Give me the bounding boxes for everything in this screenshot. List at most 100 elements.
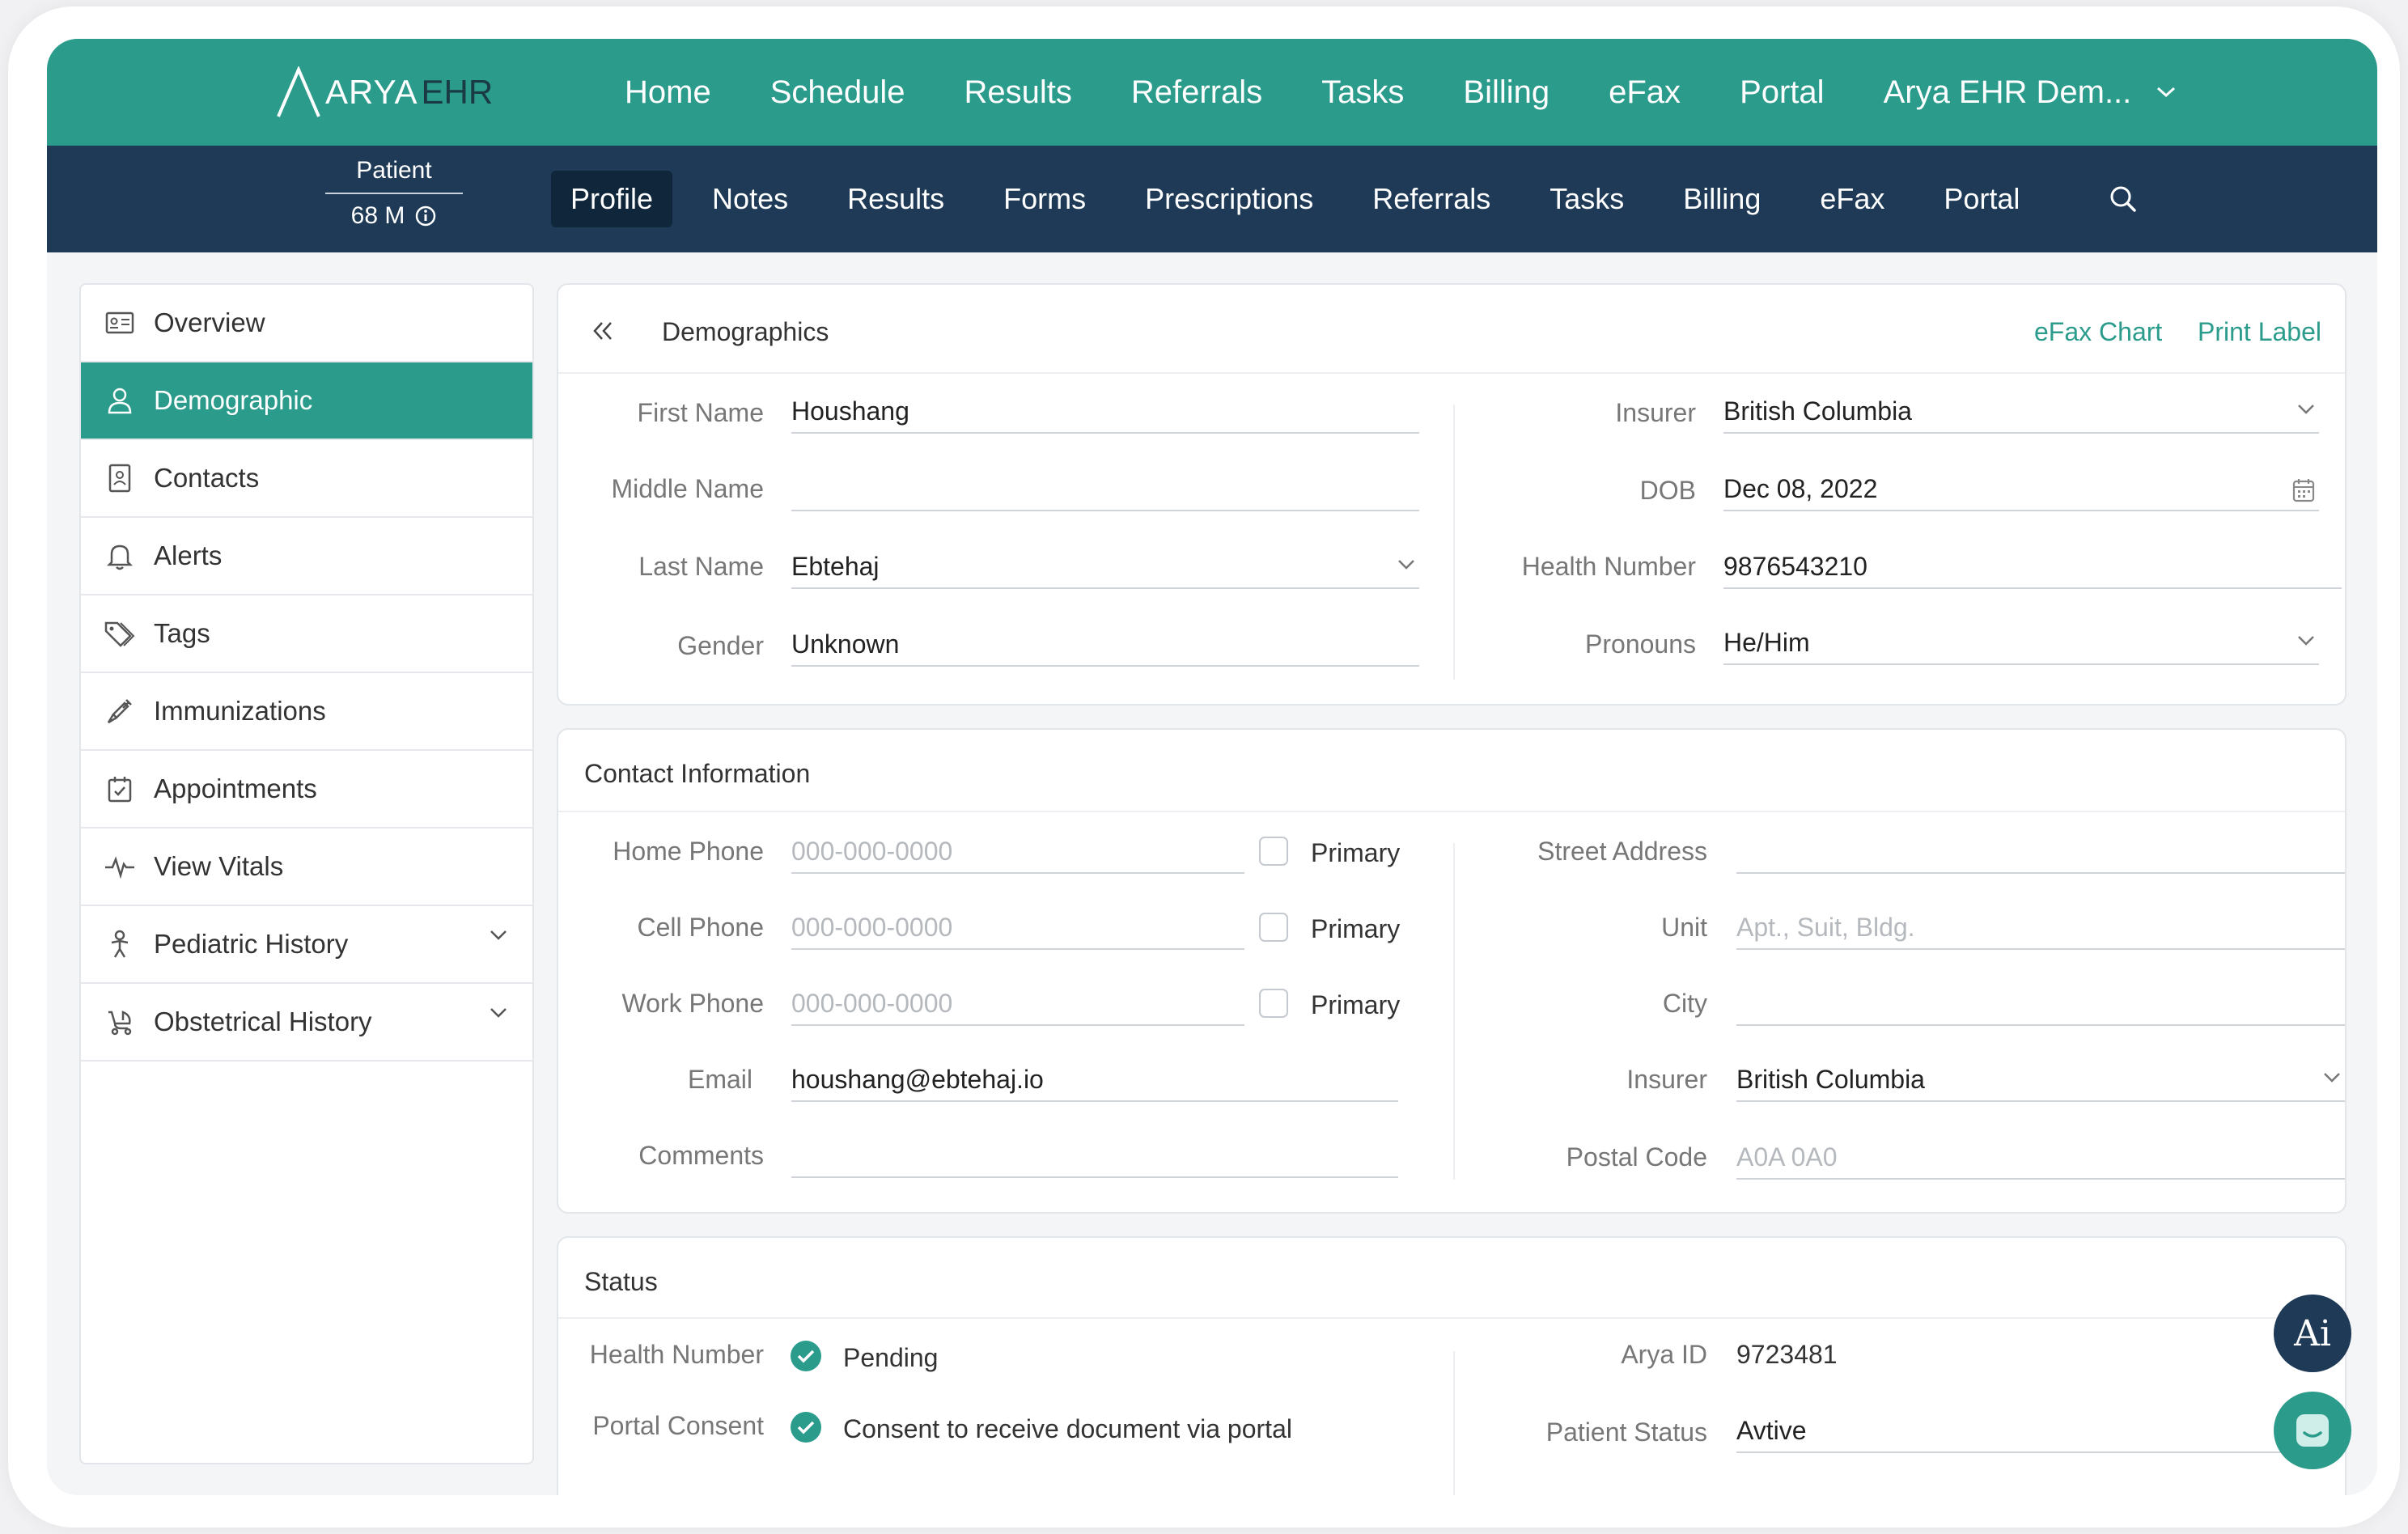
street-address-label: Street Address — [1537, 837, 1707, 866]
first-name-field[interactable]: Houshang — [791, 390, 1419, 434]
tab-profile[interactable]: Profile — [551, 171, 673, 227]
sidebar-item-immunizations[interactable]: Immunizations — [81, 673, 532, 751]
sidebar-item-overview[interactable]: Overview — [81, 285, 532, 362]
topnav-home[interactable]: Home — [625, 74, 711, 111]
tab-forms[interactable]: Forms — [984, 171, 1105, 227]
contact-insurer-select[interactable]: British Columbia — [1736, 1058, 2345, 1102]
pronouns-select[interactable]: He/Him — [1723, 621, 2319, 665]
search-icon — [2110, 186, 2137, 212]
tab-billing[interactable]: Billing — [1664, 171, 1780, 227]
dob-datepicker[interactable]: Dec 08, 2022 — [1723, 468, 2319, 511]
tab-results[interactable]: Results — [828, 171, 964, 227]
postal-code-input[interactable]: A0A 0A0 — [1736, 1136, 2345, 1180]
ai-assistant-button[interactable]: Ai — [2274, 1295, 2351, 1372]
cell-phone-placeholder: 000-000-0000 — [791, 912, 953, 942]
cell-phone-primary-label: Primary — [1311, 914, 1401, 943]
tab-referrals[interactable]: Referrals — [1353, 171, 1510, 227]
city-label: City — [1662, 989, 1707, 1018]
status-header — [558, 1238, 2345, 1319]
user-menu[interactable]: Arya EHR Dem... — [1884, 74, 2177, 111]
insurer-value: British Columbia — [1723, 396, 1912, 426]
work-phone-primary-label: Primary — [1311, 990, 1401, 1019]
sidebar-item-label: Appointments — [154, 773, 317, 803]
topnav-tasks[interactable]: Tasks — [1321, 74, 1404, 111]
patient-summary[interactable]: Patient 68 M — [325, 157, 463, 230]
middle-name-field[interactable] — [791, 468, 1419, 511]
chat-icon — [2296, 1414, 2329, 1447]
pronouns-label: Pronouns — [1585, 629, 1696, 659]
city-input[interactable] — [1736, 982, 2345, 1026]
chat-button[interactable] — [2274, 1392, 2351, 1469]
street-address-input[interactable] — [1736, 830, 2345, 874]
email-input[interactable]: houshang@ebtehaj.io — [791, 1058, 1398, 1102]
work-phone-primary-checkbox[interactable] — [1259, 989, 1288, 1018]
logo-suffix: EHR — [421, 73, 494, 111]
chevron-down-icon — [2324, 1073, 2340, 1083]
efax-chart-link[interactable]: eFax Chart — [2034, 317, 2162, 347]
work-phone-input[interactable]: 000-000-0000 — [791, 982, 1244, 1026]
arya-logo[interactable]: ARYA EHR — [275, 61, 493, 123]
sidebar-item-tags[interactable]: Tags — [81, 595, 532, 673]
sidebar-item-demographic[interactable]: Demographic — [81, 362, 532, 440]
chevron-down-icon — [2298, 636, 2314, 646]
sidebar-item-appointments[interactable]: Appointments — [81, 751, 532, 828]
tag-icon — [104, 621, 135, 647]
chevron-down-icon — [2298, 405, 2314, 414]
tab-efax[interactable]: eFax — [1800, 171, 1904, 227]
email-value: houshang@ebtehaj.io — [791, 1064, 1044, 1094]
tab-notes[interactable]: Notes — [693, 171, 808, 227]
gender-value: Unknown — [791, 629, 900, 659]
last-name-value: Ebtehaj — [791, 551, 880, 581]
bell-icon — [107, 545, 133, 570]
tab-portal[interactable]: Portal — [1924, 171, 2039, 227]
check-circle-icon — [791, 1341, 821, 1371]
user-name: Arya EHR Dem... — [1883, 74, 2132, 110]
last-name-select[interactable]: Ebtehaj — [791, 545, 1419, 589]
top-navbar: ARYA EHR Home Schedule Results Referrals … — [47, 39, 2377, 146]
unit-placeholder: Apt., Suit, Bldg. — [1736, 912, 1915, 942]
gender-field[interactable]: Unknown — [791, 623, 1419, 667]
unit-input[interactable]: Apt., Suit, Bldg. — [1736, 906, 2345, 950]
insurer-select[interactable]: British Columbia — [1723, 390, 2319, 434]
patient-label: Patient — [325, 157, 463, 194]
cell-phone-primary-checkbox[interactable] — [1259, 913, 1288, 942]
topnav-schedule[interactable]: Schedule — [770, 74, 905, 111]
home-phone-input[interactable]: 000-000-0000 — [791, 830, 1244, 874]
print-label-link[interactable]: Print Label — [2198, 317, 2321, 347]
pulse-icon — [105, 856, 134, 879]
portal-consent-status: Consent to receive document via portal — [843, 1414, 1292, 1443]
chevron-down-icon — [2157, 87, 2176, 98]
sidebar-item-pediatric-history[interactable]: Pediatric History — [81, 906, 532, 984]
sidebar-item-alerts[interactable]: Alerts — [81, 518, 532, 595]
contact-title: Contact Information — [584, 759, 811, 788]
topnav-results[interactable]: Results — [964, 74, 1072, 111]
topnav-referrals[interactable]: Referrals — [1131, 74, 1262, 111]
comments-label: Comments — [638, 1141, 764, 1170]
sidebar-item-obstetrical-history[interactable]: Obstetrical History — [81, 984, 532, 1062]
home-phone-primary-label: Primary — [1311, 838, 1401, 867]
sidebar-item-contacts[interactable]: Contacts — [81, 440, 532, 518]
topnav-billing[interactable]: Billing — [1463, 74, 1550, 111]
syringe-icon — [107, 699, 132, 724]
middle-name-label: Middle Name — [611, 474, 764, 503]
contact-header — [558, 730, 2345, 812]
comments-input[interactable] — [791, 1134, 1398, 1178]
patient-status-field[interactable]: Avtive — [1736, 1409, 2311, 1453]
tab-prescriptions[interactable]: Prescriptions — [1126, 171, 1333, 227]
first-name-value: Houshang — [791, 396, 909, 426]
calendar-icon[interactable] — [2291, 477, 2316, 503]
topnav-portal[interactable]: Portal — [1740, 74, 1825, 111]
sidebar-item-view-vitals[interactable]: View Vitals — [81, 828, 532, 906]
sidebar-item-label: Alerts — [154, 540, 223, 570]
search-button[interactable] — [2108, 184, 2139, 214]
collapse-icon[interactable] — [591, 320, 615, 341]
column-divider — [1453, 843, 1455, 1180]
home-phone-primary-checkbox[interactable] — [1259, 837, 1288, 866]
info-icon[interactable] — [414, 205, 437, 227]
id-card-icon — [105, 311, 134, 334]
topnav-efax[interactable]: eFax — [1609, 74, 1681, 111]
tab-tasks[interactable]: Tasks — [1530, 171, 1643, 227]
contact-information-card: Contact Information Home Phone 000-000-0… — [557, 728, 2347, 1214]
health-number-field[interactable]: 9876543210 — [1723, 545, 2342, 589]
cell-phone-input[interactable]: 000-000-0000 — [791, 906, 1244, 950]
